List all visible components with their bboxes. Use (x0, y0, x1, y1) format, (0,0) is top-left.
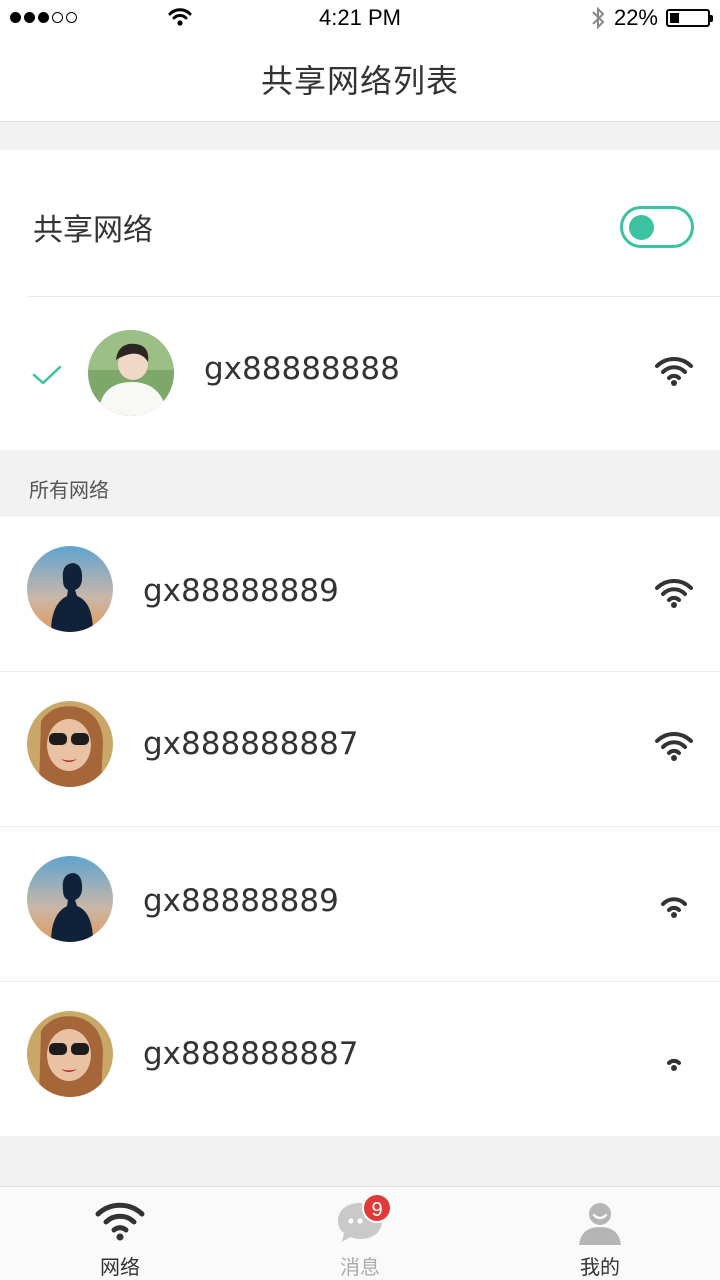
network-ssid: gx88888889 (143, 883, 339, 919)
connected-network-row[interactable]: gx88888888 (0, 297, 720, 450)
tab-label: 消息 (340, 1255, 380, 1279)
all-networks-title: 所有网络 (29, 478, 109, 502)
share-network-card: 共享网络 gx88888888 (0, 150, 720, 450)
unread-badge: 9 (362, 1193, 392, 1223)
avatar-sunglasses-icon (27, 701, 113, 787)
tab-label: 网络 (100, 1255, 140, 1279)
section-header: 所有网络 (0, 450, 720, 517)
network-ssid: gx88888889 (143, 573, 339, 609)
network-list-item[interactable]: gx88888889 (0, 827, 720, 982)
share-network-label: 共享网络 (33, 213, 153, 248)
wifi-signal-icon (655, 731, 693, 761)
network-ssid: gx888888887 (143, 1036, 359, 1072)
battery-percentage: 22% (613, 5, 658, 30)
avatar-boy-icon (88, 330, 174, 416)
network-list-item[interactable]: gx888888887 (0, 982, 720, 1136)
tab-messages[interactable]: 消息 9 (240, 1187, 480, 1280)
network-list-item[interactable]: gx888888887 (0, 672, 720, 827)
toggle-knob (629, 215, 654, 240)
network-ssid: gx888888887 (143, 726, 359, 762)
avatar-silhouette-icon (27, 856, 113, 942)
person-icon (579, 1203, 621, 1245)
tab-bar: 网络 消息 9 我的 (0, 1186, 720, 1280)
network-list-item[interactable]: gx88888889 (0, 517, 720, 672)
network-list: gx88888889 gx888888887 gx88888889 gx8888… (0, 517, 720, 1136)
check-icon (32, 365, 62, 385)
bluetooth-icon (592, 6, 605, 30)
wifi-icon (95, 1202, 145, 1241)
tab-network[interactable]: 网络 (0, 1187, 240, 1280)
tab-label: 我的 (580, 1255, 620, 1279)
wifi-signal-icon (655, 356, 693, 386)
status-bar: 4:21 PM 22% (0, 0, 720, 36)
wifi-signal-icon (661, 897, 687, 918)
page-title: 共享网络列表 (260, 61, 459, 100)
wifi-signal-icon (667, 1058, 681, 1071)
share-network-row: 共享网络 (0, 150, 720, 296)
wifi-signal-icon (655, 578, 693, 608)
connected-ssid: gx88888888 (204, 351, 400, 387)
battery-icon (666, 9, 713, 27)
share-network-toggle[interactable] (620, 206, 694, 248)
navigation-bar: 共享网络列表 (0, 36, 720, 122)
avatar-sunglasses-icon (27, 1011, 113, 1097)
tab-profile[interactable]: 我的 (480, 1187, 720, 1280)
avatar-silhouette-icon (27, 546, 113, 632)
